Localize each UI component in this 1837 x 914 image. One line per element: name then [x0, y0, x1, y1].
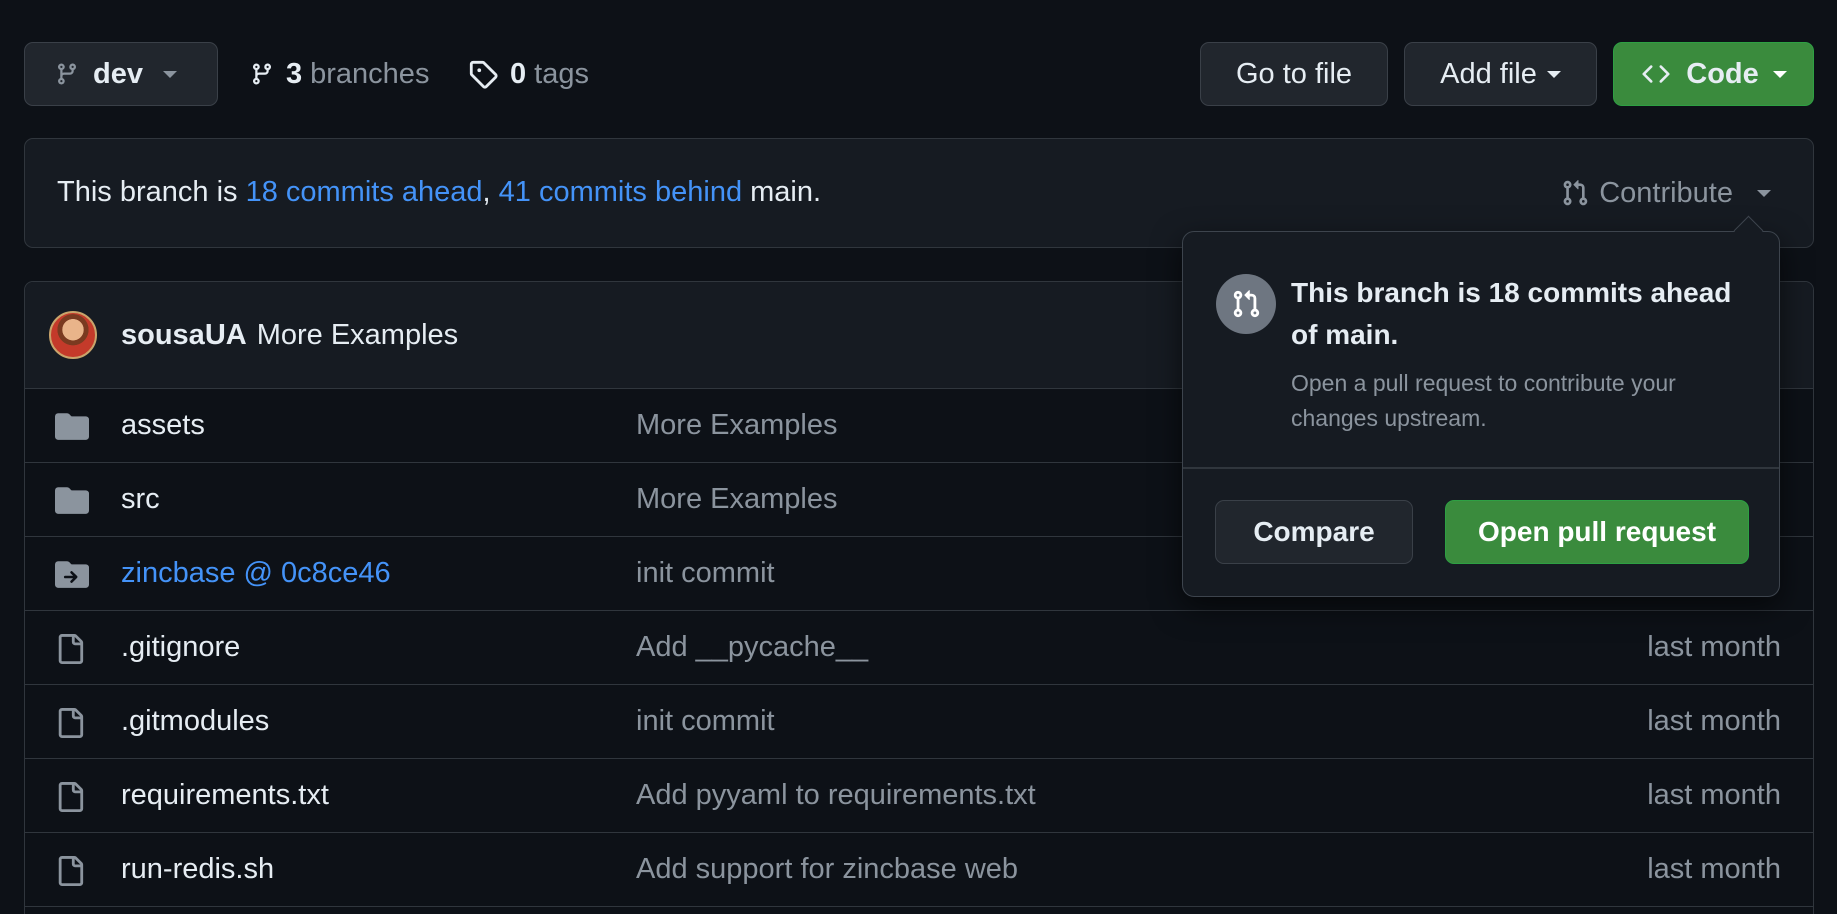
contribute-popover: This branch is 18 commits ahead of main.…	[1182, 231, 1780, 597]
file-name[interactable]: src	[121, 483, 160, 516]
file-commit-age: last month	[1647, 631, 1781, 663]
file-name[interactable]: assets	[121, 409, 205, 442]
repo-toolbar: dev 3 branches 0 tags Go to file Add fil…	[24, 42, 1814, 106]
file-row[interactable]: .gitignore Add __pycache__ last month	[25, 611, 1813, 685]
file-name[interactable]: zincbase @ 0c8ce46	[121, 557, 391, 590]
open-pull-request-button[interactable]: Open pull request	[1445, 500, 1749, 564]
file-commit-message[interactable]: init commit	[636, 557, 775, 590]
tags-label: tags	[534, 57, 589, 90]
commits-ahead-link[interactable]: 18 commits ahead	[246, 176, 483, 208]
file-commit-age: last month	[1647, 705, 1781, 737]
popover-title: This branch is 18 commits ahead of main.	[1291, 277, 1732, 350]
file-row[interactable]: run-redis.sh Add support for zincbase web…	[25, 833, 1813, 907]
file-commit-age: last month	[1647, 779, 1781, 811]
contribute-button[interactable]: Contribute	[1561, 169, 1771, 217]
chevron-down-icon	[1546, 70, 1561, 78]
file-icon	[55, 707, 89, 738]
branch-name: dev	[93, 57, 143, 90]
popover-description: Open a pull request to contribute your c…	[1291, 370, 1676, 431]
avatar[interactable]	[49, 311, 97, 359]
add-file-label: Add file	[1440, 57, 1537, 90]
branches-link[interactable]: 3 branches	[250, 42, 429, 106]
code-icon	[1642, 65, 1670, 83]
file-icon	[55, 855, 89, 886]
pull-request-icon	[1563, 180, 1588, 206]
go-to-file-label: Go to file	[1235, 57, 1353, 90]
file-commit-message[interactable]: Add __pycache__	[636, 631, 868, 664]
file-commit-message[interactable]: More Examples	[636, 409, 837, 442]
compare-button[interactable]: Compare	[1215, 500, 1413, 564]
branches-count: 3	[286, 57, 303, 90]
file-commit-message[interactable]: Add pyyaml to requirements.txt	[636, 779, 1036, 812]
file-commit-message[interactable]: Add support for zincbase web	[636, 853, 1018, 886]
file-icon	[55, 633, 89, 664]
contribute-label: Contribute	[1599, 176, 1733, 209]
code-label: Code	[1686, 57, 1759, 90]
file-name[interactable]: .gitignore	[121, 631, 240, 664]
branch-status-prefix: This branch is	[57, 176, 246, 208]
tags-link[interactable]: 0 tags	[468, 42, 589, 106]
file-commit-message[interactable]: init commit	[636, 705, 775, 738]
add-file-button[interactable]: Add file	[1404, 42, 1597, 106]
go-to-file-button[interactable]: Go to file	[1200, 42, 1388, 106]
git-branch-icon	[57, 63, 76, 85]
file-commit-age: last month	[1647, 853, 1781, 885]
file-name[interactable]: .gitmodules	[121, 705, 269, 738]
chevron-down-icon	[162, 70, 177, 78]
commits-behind-link[interactable]: 41 commits behind	[499, 176, 742, 208]
folder-icon	[55, 411, 89, 441]
file-row[interactable]: requirements.txt Add pyyaml to requiremen…	[25, 759, 1813, 833]
git-branch-icon	[252, 63, 271, 85]
branch-selector-button[interactable]: dev	[24, 42, 218, 106]
commit-author[interactable]: sousaUA	[121, 319, 247, 352]
branch-status-suffix: main.	[742, 176, 822, 208]
pull-request-icon	[1216, 274, 1276, 334]
tags-count: 0	[510, 57, 527, 90]
file-commit-message[interactable]: More Examples	[636, 483, 837, 516]
code-button[interactable]: Code	[1613, 42, 1814, 106]
popover-divider	[1183, 467, 1779, 469]
folder-icon	[55, 485, 89, 515]
branches-label: branches	[310, 57, 430, 90]
chevron-down-icon	[1772, 70, 1787, 78]
file-icon	[55, 781, 89, 812]
chevron-down-icon	[1757, 189, 1771, 197]
file-row[interactable]: .gitmodules init commit last month	[25, 685, 1813, 759]
submodule-folder-icon	[55, 559, 89, 589]
file-name[interactable]: requirements.txt	[121, 779, 329, 812]
branch-status-separator: ,	[482, 176, 499, 208]
branch-status-text: This branch is 18 commits ahead, 41 comm…	[57, 176, 821, 209]
tag-icon	[469, 60, 498, 89]
file-name[interactable]: run-redis.sh	[121, 853, 274, 886]
commit-message[interactable]: More Examples	[257, 319, 458, 352]
